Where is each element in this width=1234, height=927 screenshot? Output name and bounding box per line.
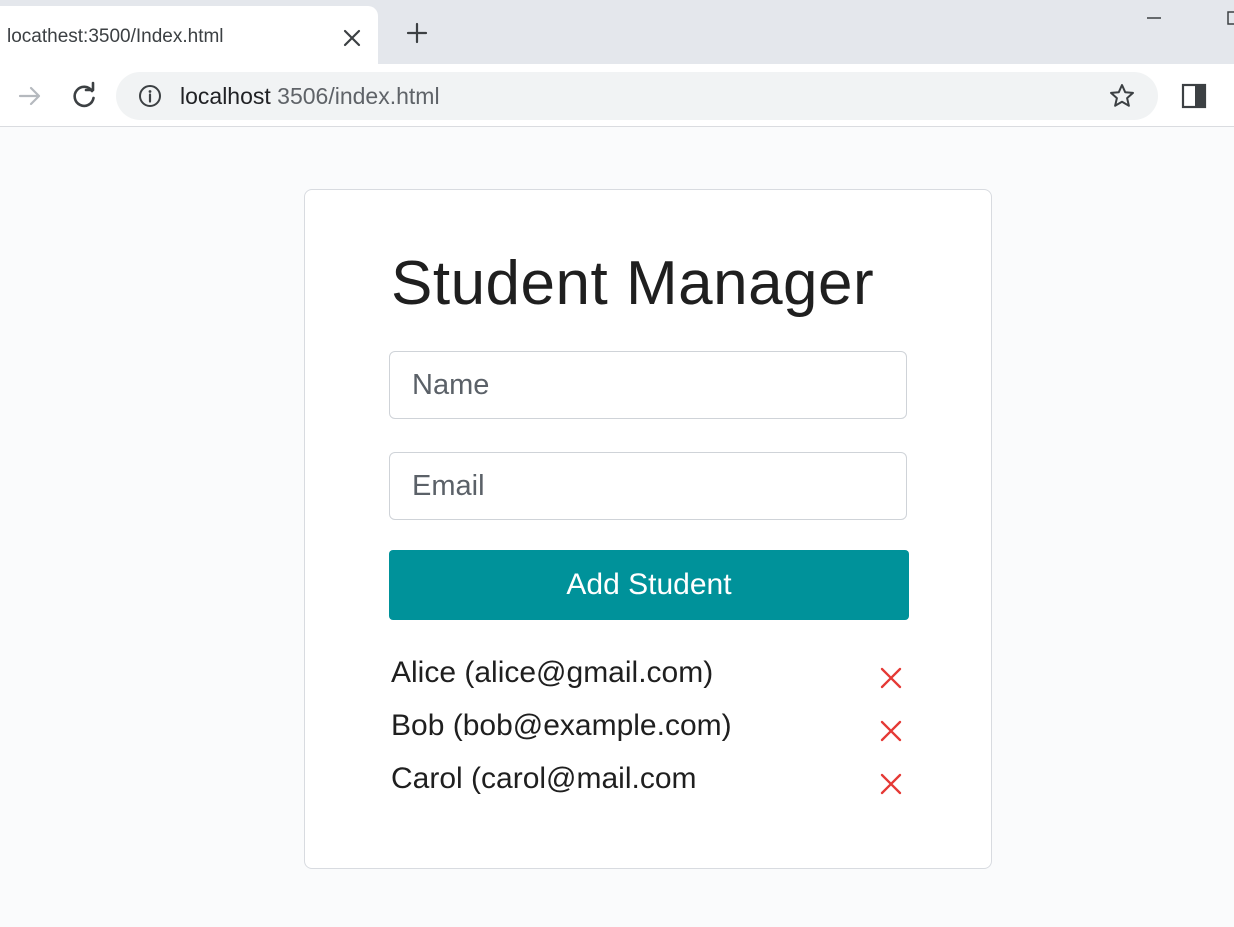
plus-icon[interactable]: [402, 18, 432, 48]
tab-title: locathest:3500/Index.html: [7, 26, 224, 47]
maximize-icon[interactable]: [1224, 8, 1234, 28]
browser-toolbar: localhost 3506/index.html: [0, 64, 1234, 127]
student-list: Alice (alice@gmail.com) Bob (bob@example…: [389, 650, 909, 809]
url-path: 3506/index.html: [270, 83, 440, 109]
name-input[interactable]: [389, 351, 907, 419]
student-manager-card: Student Manager Add Student Alice (alice…: [304, 189, 992, 869]
url-text: localhost 3506/index.html: [180, 83, 440, 110]
email-input[interactable]: [389, 452, 907, 520]
arrow-right-icon[interactable]: [14, 80, 46, 112]
star-icon[interactable]: [1108, 82, 1136, 110]
page-title: Student Manager: [391, 249, 875, 318]
address-bar[interactable]: localhost 3506/index.html: [116, 72, 1158, 120]
delete-icon[interactable]: [877, 664, 905, 692]
list-item: Carol (carol@mail.com: [389, 756, 909, 809]
delete-icon[interactable]: [877, 717, 905, 745]
browser-tabstrip: locathest:3500/Index.html: [0, 0, 1234, 64]
list-item: Alice (alice@gmail.com): [389, 650, 909, 703]
reload-icon[interactable]: [68, 80, 100, 112]
add-student-button[interactable]: Add Student: [389, 550, 909, 620]
list-item: Bob (bob@example.com): [389, 703, 909, 756]
browser-tab[interactable]: locathest:3500/Index.html: [0, 6, 378, 64]
student-label: Bob (bob@example.com): [391, 709, 732, 742]
student-label: Carol (carol@mail.com: [391, 762, 697, 795]
close-icon[interactable]: [338, 24, 366, 52]
delete-icon[interactable]: [877, 770, 905, 798]
info-icon[interactable]: [138, 84, 162, 108]
student-label: Alice (alice@gmail.com): [391, 656, 714, 689]
url-host: localhost: [180, 83, 271, 109]
minimize-icon[interactable]: [1144, 8, 1164, 28]
side-panel-icon[interactable]: [1180, 82, 1208, 110]
